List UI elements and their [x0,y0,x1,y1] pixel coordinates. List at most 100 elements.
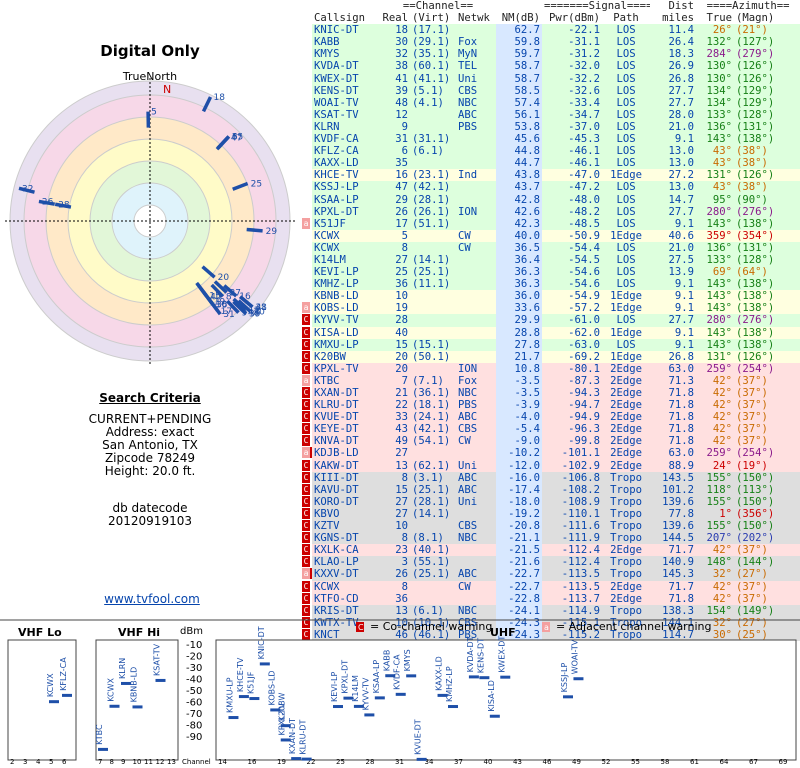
table-row: C KXAN-DT 21 (36.1) NBC -3.5 -94.3 2Edge 71.8 42°… [302,387,800,400]
real-channel: 10 [380,520,410,533]
virtual-channel: (36.1) [410,387,456,400]
warning-cell [302,48,312,60]
callsign[interactable]: KISA-LD [312,326,380,339]
path: 2Edge [602,544,651,557]
callsign[interactable]: KIII-DT [312,471,380,484]
callsign[interactable]: KTBC [312,374,380,387]
callsign[interactable]: KTFO-CD [312,592,380,605]
callsign[interactable]: KXLK-CA [312,544,380,557]
virtual-channel: (18.1) [410,399,456,412]
callsign[interactable]: KCWX [312,229,380,242]
power: -63.0 [542,338,603,351]
callsign[interactable]: KBVO [312,507,380,521]
callsign[interactable]: KSAT-TV [312,108,380,121]
callsign[interactable]: KMYS [312,48,380,61]
uhf-channel-tick: 19 [277,758,286,766]
bearing-channel-label: 18 [213,93,225,103]
callsign[interactable]: KRIS-DT [312,604,380,617]
callsign[interactable]: KPXL-DT [312,205,380,218]
callsign[interactable]: KCWX [312,580,380,593]
callsign[interactable]: KFLZ-CA [312,145,380,158]
callsign[interactable]: KAVU-DT [312,483,380,496]
callsign[interactable]: KDJB-LD [312,447,380,460]
virtual-channel: (6.1) [410,604,456,617]
network [456,326,497,339]
callsign[interactable]: KNVA-DT [312,435,380,448]
callsign[interactable]: K20BW [312,350,380,363]
power: -101.1 [542,447,603,460]
callsign[interactable]: KYVV-TV [312,314,380,327]
callsign[interactable]: KCWX [312,241,380,254]
path: LOS [602,36,651,49]
page-title: Digital Only [100,42,200,60]
callsign[interactable]: KXXV-DT [312,568,380,581]
callsign[interactable]: KXAN-DT [312,387,380,400]
callsign[interactable]: KGNS-DT [312,532,380,545]
virtual-channel: (6.1) [410,145,456,158]
station-marker [374,696,385,700]
callsign[interactable]: KLRU-DT [312,399,380,412]
warning-cell: C [302,459,312,472]
callsign[interactable]: KVDA-DT [312,60,380,73]
path: LOS [602,108,651,121]
azimuth-true: 143° [696,302,735,315]
warning-cell [302,181,312,193]
callsign[interactable]: KBNB-LD [312,290,380,303]
callsign[interactable]: KPXL-TV [312,362,380,375]
callsign[interactable]: KLRN [312,120,380,134]
callsign[interactable]: KEYE-DT [312,423,380,436]
azimuth-magn: (150°) [734,471,800,484]
callsign[interactable]: KWEX-DT [312,72,380,85]
callsign[interactable]: KZTV [312,520,380,533]
distance: 27.7 [650,84,697,97]
callsign[interactable]: KEVI-LP [312,266,380,279]
site-link[interactable]: www.tvfool.com [0,592,304,606]
real-channel: 32 [380,48,410,61]
distance: 18.3 [650,48,697,61]
adjacent-warning-badge: a [302,447,310,459]
callsign[interactable]: KVUE-DT [312,411,380,424]
callsign[interactable]: KSSJ-LP [312,181,380,194]
real-channel: 20 [380,362,410,375]
table-row: KAXX-LD 35 44.7 -46.1 LOS 13.0 43° (38°) [302,157,800,170]
callsign[interactable]: KSAA-LP [312,193,380,206]
callsign[interactable]: KABB [312,36,380,49]
warning-cell [302,85,312,97]
callsign[interactable]: KNIC-DT [312,24,380,37]
cochannel-warning-badge: C [302,435,310,447]
power: -54.9 [542,290,603,303]
bearing-channel-label: 28 [58,200,70,210]
station-marker [238,695,249,699]
callsign[interactable]: KAXX-LD [312,157,380,170]
uhf-channel-tick: 52 [602,758,611,766]
callsign[interactable]: KENS-DT [312,84,380,97]
callsign[interactable]: K14LM [312,253,380,267]
path: LOS [602,48,651,61]
callsign[interactable]: KORO-DT [312,495,380,508]
dbm-tick: -60 [186,698,202,709]
dist-header: Dist [650,0,697,13]
virtual-channel: (62.1) [410,459,456,472]
callsign[interactable]: KMHZ-LP [312,278,380,291]
callsign[interactable]: KVDF-CA [312,133,380,146]
table-row: KPXL-DT 26 (26.1) ION 42.6 -48.2 LOS 27.7 280° (2… [302,205,800,218]
callsign[interactable]: K51JF [312,217,380,230]
noise-margin: 57.4 [496,96,543,109]
callsign[interactable]: KHCE-TV [312,169,380,182]
station-marker [500,675,511,679]
station-marker-label: KSAA-LP [372,660,381,694]
col-pwr: Pwr(dBm) [542,12,603,25]
callsign[interactable]: KOBS-LD [312,302,380,315]
callsign[interactable]: KMXU-LP [312,338,380,351]
adjacent-warning-badge: a [302,217,310,229]
azimuth-magn: (37°) [734,387,800,400]
callsign[interactable]: KAKW-DT [312,459,380,472]
callsign[interactable]: KLAO-LP [312,556,380,569]
azimuth-magn: (90°) [734,193,800,206]
azimuth-true: 42° [696,544,735,557]
azimuth-magn: (254°) [734,447,800,460]
azimuth-magn: (138°) [734,290,800,303]
station-marker-label: KTBC [95,724,104,745]
real-channel: 35 [380,157,410,170]
callsign[interactable]: WOAI-TV [312,96,380,109]
